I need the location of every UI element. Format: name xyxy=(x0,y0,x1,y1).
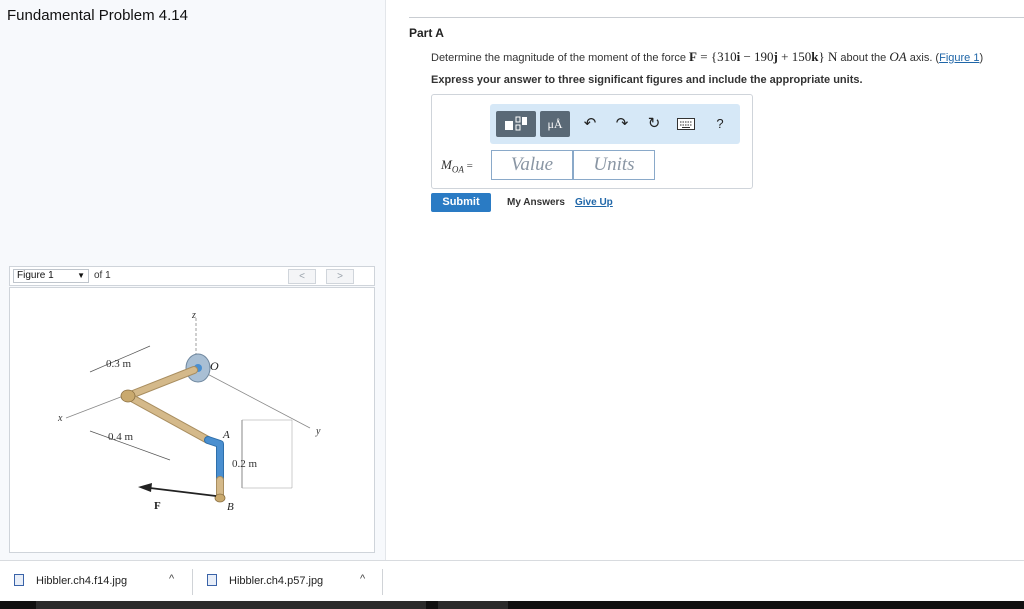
download-separator xyxy=(382,569,383,595)
answer-box: μÅ ↶ ↷ ↻ ? MOA = Value Units xyxy=(431,94,753,189)
answer-label-main: M xyxy=(441,157,452,172)
units-button[interactable]: μÅ xyxy=(540,111,570,137)
download-separator xyxy=(192,569,193,595)
pipe-end-b xyxy=(214,493,226,503)
image-file-icon xyxy=(207,574,217,586)
taskbar-segment xyxy=(36,601,426,609)
answer-label-sub: OA xyxy=(451,164,464,175)
dimension-label-02: 0.2 m xyxy=(232,458,258,470)
image-file-icon xyxy=(14,574,24,586)
axis-name: OA xyxy=(889,49,907,64)
force-end: } N xyxy=(818,49,838,64)
problem-title: Fundamental Problem 4.14 xyxy=(7,7,188,24)
chevron-up-icon[interactable]: ^ xyxy=(360,573,365,585)
equation-toolbar: μÅ ↶ ↷ ↻ ? xyxy=(490,104,740,144)
figure-count: of 1 xyxy=(94,270,111,281)
force-eq: = {310 xyxy=(697,49,737,64)
chevron-down-icon: ▼ xyxy=(77,271,85,280)
dimension-label-03: 0.3 m xyxy=(106,358,132,370)
force-arrow-line xyxy=(149,487,217,497)
answer-label: MOA = xyxy=(441,157,473,175)
force-label: F xyxy=(154,500,161,512)
about-text: about the xyxy=(840,52,887,64)
x-axis-label: x xyxy=(57,413,63,424)
question-prefix: Determine the magnitude of the moment of… xyxy=(431,52,686,64)
download-file-name: Hibbler.ch4.p57.jpg xyxy=(229,575,324,587)
force-plus: + 150 xyxy=(777,49,812,64)
point-a-label: A xyxy=(222,429,230,441)
download-item[interactable]: Hibbler.ch4.p57.jpg ^ xyxy=(207,561,383,602)
divider xyxy=(409,17,1024,18)
download-bar: Hibbler.ch4.f14.jpg ^ Hibbler.ch4.p57.jp… xyxy=(0,560,1024,601)
figure-select-value: Figure 1 xyxy=(17,270,54,281)
force-arrowhead xyxy=(138,483,152,492)
dimension-label-04: 0.4 m xyxy=(108,431,134,443)
answer-label-eq: = xyxy=(463,160,473,172)
keyboard-glyph xyxy=(677,118,695,130)
point-o-label: O xyxy=(210,359,219,373)
help-button[interactable]: ? xyxy=(710,114,730,134)
point-b-label: B xyxy=(227,501,234,513)
undo-icon[interactable]: ↶ xyxy=(580,114,600,134)
taskbar-segment xyxy=(438,601,508,609)
pipe-assembly-figure: z x y 0.3 m 0.4 m 0.2 m O A B F xyxy=(57,310,321,513)
force-expression: F = {310i − 190j + 150k} N xyxy=(689,49,837,64)
chevron-up-icon[interactable]: ^ xyxy=(169,573,174,585)
download-item[interactable]: Hibbler.ch4.f14.jpg ^ xyxy=(14,561,190,602)
prev-figure-button[interactable]: < xyxy=(288,269,316,284)
question-pane: Part A Determine the magnitude of the mo… xyxy=(387,0,1024,560)
force-symbol: F xyxy=(689,49,697,64)
force-minus: − 190 xyxy=(740,49,774,64)
z-axis-label: z xyxy=(191,310,196,321)
units-input[interactable]: Units xyxy=(573,150,655,180)
axis-suffix: axis. ( xyxy=(906,52,940,64)
instruction-text: Express your answer to three significant… xyxy=(431,74,863,86)
pipe-segment-2 xyxy=(125,393,211,443)
y-axis-line xyxy=(195,367,311,429)
submit-button[interactable]: Submit xyxy=(431,193,491,212)
next-figure-button[interactable]: > xyxy=(326,269,354,284)
redo-icon[interactable]: ↷ xyxy=(612,114,632,134)
my-answers-label: My Answers xyxy=(507,197,565,208)
value-input[interactable]: Value xyxy=(491,150,573,180)
elbow-joint-1 xyxy=(120,389,136,403)
reset-icon[interactable]: ↻ xyxy=(644,114,664,134)
templates-icon xyxy=(505,116,527,131)
figure-link[interactable]: Figure 1 xyxy=(939,52,979,64)
give-up-link[interactable]: Give Up xyxy=(575,197,613,208)
keyboard-icon[interactable] xyxy=(676,114,696,134)
problem-pane: Fundamental Problem 4.14 Figure 1 ▼ of 1… xyxy=(0,0,386,560)
question-text: Determine the magnitude of the moment of… xyxy=(431,49,983,65)
y-axis-label: y xyxy=(315,426,321,437)
templates-button[interactable] xyxy=(496,111,536,137)
figure-navigation-bar: Figure 1 ▼ of 1 < > xyxy=(9,266,375,286)
download-file-name: Hibbler.ch4.f14.jpg xyxy=(36,575,128,587)
part-title: Part A xyxy=(409,26,444,40)
figure-frame: z x y 0.3 m 0.4 m 0.2 m O A B F xyxy=(9,287,375,553)
pipe-segment-1 xyxy=(125,367,197,399)
close-paren: ) xyxy=(979,52,984,64)
figure-select[interactable]: Figure 1 ▼ xyxy=(13,269,89,283)
taskbar xyxy=(0,601,1024,609)
